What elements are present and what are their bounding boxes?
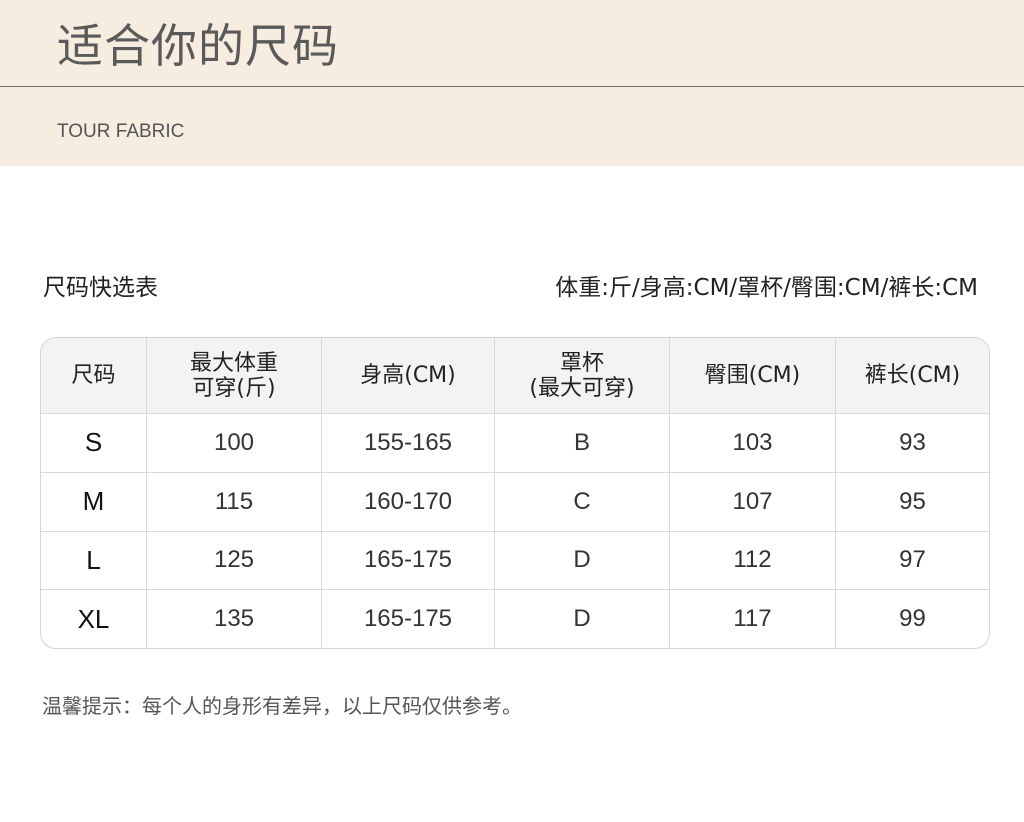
cell-height: 155-165 (322, 414, 495, 473)
header-pant-length: 裤长(CM) (836, 338, 989, 414)
header-divider (0, 86, 1024, 87)
cell-hip: 103 (670, 414, 836, 473)
cell-size: XL (41, 590, 147, 648)
cell-height: 160-170 (322, 472, 495, 532)
cell-cup: C (495, 472, 670, 532)
cell-cup: D (495, 590, 670, 648)
cell-hip: 117 (670, 590, 836, 648)
header-hip: 臀围(CM) (670, 338, 836, 414)
size-tip-note: 温馨提示：每个人的身形有差异，以上尺码仅供参考。 (42, 694, 522, 718)
cell-size: L (41, 531, 147, 591)
cell-size: S (41, 414, 147, 473)
header-height: 身高(CM) (322, 338, 495, 414)
cell-hip: 112 (670, 531, 836, 591)
cell-pant-length: 99 (899, 605, 926, 633)
cell-size: M (41, 472, 147, 532)
size-table: 尺码 最大体重 可穿(斤) 身高(CM) 罩杯 (最大可穿) 臀围(CM) 裤长… (40, 337, 990, 649)
header-band: 适合你的尺码 TOUR FABRIC (0, 0, 1024, 166)
cell-cup: D (495, 531, 670, 591)
page-title: 适合你的尺码 (57, 19, 339, 73)
cell-pant-length: 95 (836, 473, 989, 532)
units-note: 体重:斤/身高:CM/罩杯/臀围:CM/裤长:CM (555, 275, 978, 301)
table-row: L 125 165-175 D 112 97 (41, 531, 989, 591)
header-cup: 罩杯 (最大可穿) (495, 338, 670, 414)
table-header-row: 尺码 最大体重 可穿(斤) 身高(CM) 罩杯 (最大可穿) 臀围(CM) 裤长… (41, 338, 989, 414)
table-row: M 115 160-170 C 107 95 (41, 472, 989, 532)
cell-max-weight: 115 (147, 472, 322, 532)
cell-hip: 107 (670, 472, 836, 532)
table-row: S 100 155-165 B 103 93 (41, 414, 989, 473)
header-max-weight: 最大体重 可穿(斤) (147, 338, 322, 414)
cell-pant-length: 93 (836, 414, 989, 473)
cell-height: 165-175 (322, 590, 495, 648)
table-row: XL 135 165-175 D 117 99 (41, 590, 989, 648)
cell-cup: B (495, 414, 670, 473)
cell-max-weight: 100 (147, 414, 322, 473)
cell-max-weight: 135 (147, 590, 322, 648)
cell-pant-length: 97 (836, 532, 989, 591)
header-size: 尺码 (41, 338, 147, 414)
brand-subtitle: TOUR FABRIC (57, 121, 185, 142)
size-table-title: 尺码快选表 (43, 275, 158, 301)
cell-max-weight: 125 (147, 531, 322, 591)
cell-height: 165-175 (322, 531, 495, 591)
